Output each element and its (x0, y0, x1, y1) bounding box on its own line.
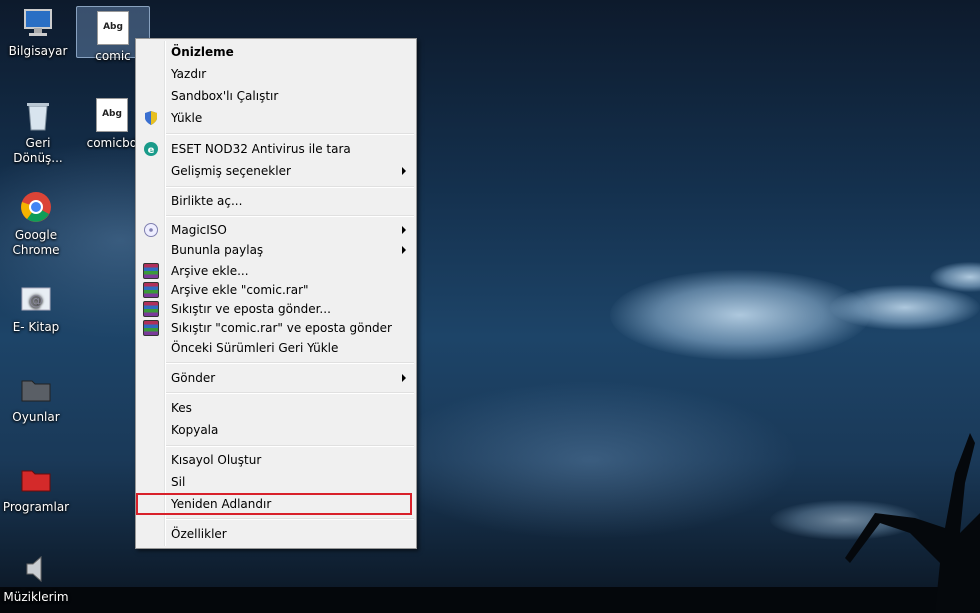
winrar-icon (143, 282, 159, 298)
speaker-icon (19, 552, 53, 586)
menu-item-magiciso[interactable]: MagicISO (138, 220, 414, 240)
menu-separator (166, 186, 414, 188)
menu-item-gelismis-secenekler[interactable]: Gelişmiş seçenekler (138, 161, 414, 181)
menu-item-ozellikler[interactable]: Özellikler (138, 524, 414, 544)
desktop-icon-label: Google Chrome (12, 228, 60, 257)
menu-item-sikistir-comic-rar-eposta[interactable]: Sıkıştır "comic.rar" ve eposta gönder (138, 318, 414, 338)
menu-separator (166, 392, 414, 394)
desktop-icon-computer[interactable]: Bilgisayar (2, 6, 74, 59)
sky-haze (380, 380, 800, 540)
desktop-icon-muziklerim[interactable]: Müziklerim (0, 552, 72, 605)
menu-item-bununla-paylas[interactable]: Bununla paylaş (138, 240, 414, 260)
desktop-icon-label: Programlar (2, 500, 70, 514)
menu-item-sikistir-eposta[interactable]: Sıkıştır ve eposta gönder... (138, 299, 414, 319)
computer-icon (21, 6, 55, 40)
menu-item-sandbox[interactable]: Sandbox'lı Çalıştır (138, 86, 414, 106)
desktop-icon-label: Oyunlar (12, 410, 60, 424)
submenu-arrow-icon (402, 374, 406, 382)
menu-separator (166, 215, 414, 217)
menu-item-gonder[interactable]: Gönder (138, 368, 414, 388)
desktop-icon-oyunlar[interactable]: Oyunlar (0, 372, 72, 425)
uac-shield-icon (145, 111, 157, 125)
desktop-icon-label: Müziklerim (3, 590, 69, 604)
eset-icon: e (144, 142, 158, 156)
svg-text:@: @ (29, 293, 43, 309)
submenu-arrow-icon (402, 226, 406, 234)
folder-icon (19, 372, 53, 406)
menu-item-yazdir[interactable]: Yazdır (138, 64, 414, 84)
font-file-icon: Abg (96, 11, 130, 45)
menu-item-kisayol-olustur[interactable]: Kısayol Oluştur (138, 450, 414, 470)
menu-item-eset-scan[interactable]: e ESET NOD32 Antivirus ile tara (138, 139, 414, 159)
font-preview: Abg (97, 11, 129, 45)
cloud (610, 270, 870, 360)
cloud (830, 285, 980, 330)
menu-item-arsive-ekle-comic-rar[interactable]: Arşive ekle "comic.rar" (138, 280, 414, 300)
folder-icon (19, 462, 53, 496)
menu-item-arsive-ekle[interactable]: Arşive ekle... (138, 261, 414, 281)
menu-item-birlikte-ac[interactable]: Birlikte aç... (138, 191, 414, 211)
winrar-icon (143, 320, 159, 336)
menu-separator (166, 362, 414, 364)
desktop-icon-recycle-bin[interactable]: Geri Dönüş... (2, 98, 74, 166)
menu-separator (166, 133, 414, 135)
desktop-icon-e-kitap[interactable]: @ E- Kitap (0, 282, 72, 335)
svg-text:e: e (148, 145, 155, 156)
chrome-icon (19, 190, 53, 224)
menu-item-onizleme[interactable]: Önizleme (138, 42, 414, 62)
winrar-icon (143, 263, 159, 279)
recycle-bin-icon (21, 98, 55, 132)
menu-item-kes[interactable]: Kes (138, 398, 414, 418)
winrar-icon (143, 301, 159, 317)
desktop-icon-label: Bilgisayar (8, 44, 68, 58)
submenu-arrow-icon (402, 167, 406, 175)
menu-separator (166, 445, 414, 447)
email-folder-icon: @ (19, 282, 53, 316)
menu-item-yukle[interactable]: Yükle (138, 108, 414, 128)
desktop-icon-google-chrome[interactable]: Google Chrome (0, 190, 72, 258)
font-file-icon: Abg (95, 98, 129, 132)
magiciso-disc-icon (144, 223, 158, 237)
context-menu: Önizleme Yazdır Sandbox'lı Çalıştır Yükl… (135, 38, 417, 549)
menu-item-kopyala[interactable]: Kopyala (138, 420, 414, 440)
desktop-icon-label: E- Kitap (12, 320, 60, 334)
menu-separator (166, 518, 414, 520)
font-preview: Abg (96, 98, 128, 132)
desktop-icon-programlar[interactable]: Programlar (0, 462, 72, 515)
horizon-silhouette (0, 587, 980, 613)
submenu-arrow-icon (402, 246, 406, 254)
rename-highlight-box (136, 493, 412, 515)
tree-silhouette (845, 433, 980, 613)
menu-item-sil[interactable]: Sil (138, 472, 414, 492)
desktop-icon-label: Geri Dönüş... (13, 136, 63, 165)
menu-item-onceki-surumler[interactable]: Önceki Sürümleri Geri Yükle (138, 338, 414, 358)
